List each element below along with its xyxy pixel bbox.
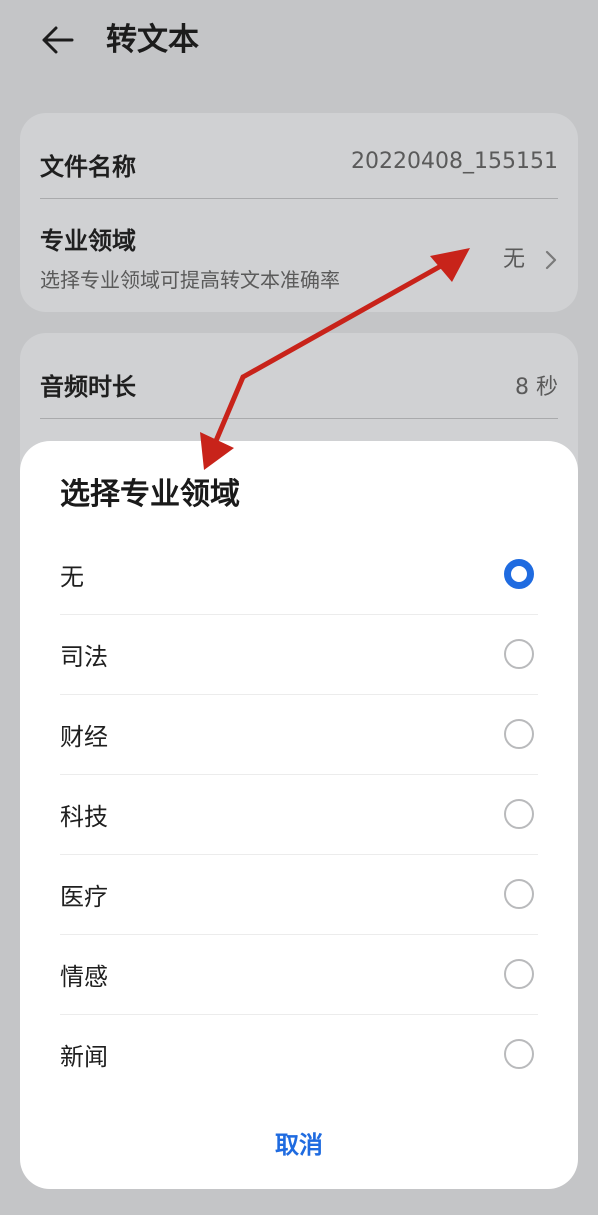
option-finance[interactable]: 财经 <box>60 695 538 775</box>
domain-value: 无 <box>502 247 525 272</box>
radio-unselected-icon[interactable] <box>504 719 534 749</box>
file-name-label: 文件名称 <box>40 153 136 181</box>
duration-row: 音频时长 8 秒 <box>40 367 558 407</box>
option-news[interactable]: 新闻 <box>60 1015 538 1095</box>
radio-unselected-icon[interactable] <box>504 799 534 829</box>
option-label: 司法 <box>60 643 108 671</box>
radio-unselected-icon[interactable] <box>504 879 534 909</box>
chevron-right-icon <box>545 250 557 270</box>
option-label: 新闻 <box>60 1043 108 1071</box>
option-label: 无 <box>60 563 84 591</box>
duration-label: 音频时长 <box>40 373 136 401</box>
domain-label: 专业领域 <box>40 227 136 255</box>
option-emotion[interactable]: 情感 <box>60 935 538 1015</box>
back-button[interactable] <box>38 20 82 60</box>
sheet-title: 选择专业领域 <box>60 477 240 512</box>
option-label: 财经 <box>60 723 108 751</box>
option-technology[interactable]: 科技 <box>60 775 538 855</box>
radio-selected-icon[interactable] <box>504 559 534 589</box>
domain-row[interactable]: 专业领域 选择专业领域可提高转文本准确率 无 <box>40 221 558 292</box>
divider <box>40 198 558 199</box>
file-name-row: 文件名称 20220408_155151 <box>40 147 558 187</box>
option-none[interactable]: 无 <box>60 535 538 615</box>
top-app-bar: 转文本 <box>0 0 598 84</box>
domain-hint: 选择专业领域可提高转文本准确率 <box>40 268 340 292</box>
cancel-button[interactable]: 取消 <box>20 1125 578 1160</box>
option-label: 医疗 <box>60 883 108 911</box>
option-judicial[interactable]: 司法 <box>60 615 538 695</box>
divider <box>40 418 558 419</box>
radio-unselected-icon[interactable] <box>504 959 534 989</box>
domain-value-wrap: 无 <box>503 241 558 273</box>
radio-unselected-icon[interactable] <box>504 639 534 669</box>
option-label: 情感 <box>60 963 108 991</box>
option-medical[interactable]: 医疗 <box>60 855 538 935</box>
page-title: 转文本 <box>106 22 199 58</box>
option-label: 科技 <box>60 803 108 831</box>
duration-value: 8 秒 <box>515 375 558 400</box>
file-info-card: 文件名称 20220408_155151 专业领域 选择专业领域可提高转文本准确… <box>20 113 578 312</box>
domain-picker-sheet: 选择专业领域 无 司法 财经 科技 医疗 情感 新闻 取消 <box>20 441 578 1189</box>
file-name-value: 20220408_155151 <box>351 149 558 174</box>
arrow-left-icon <box>42 26 74 54</box>
radio-unselected-icon[interactable] <box>504 1039 534 1069</box>
